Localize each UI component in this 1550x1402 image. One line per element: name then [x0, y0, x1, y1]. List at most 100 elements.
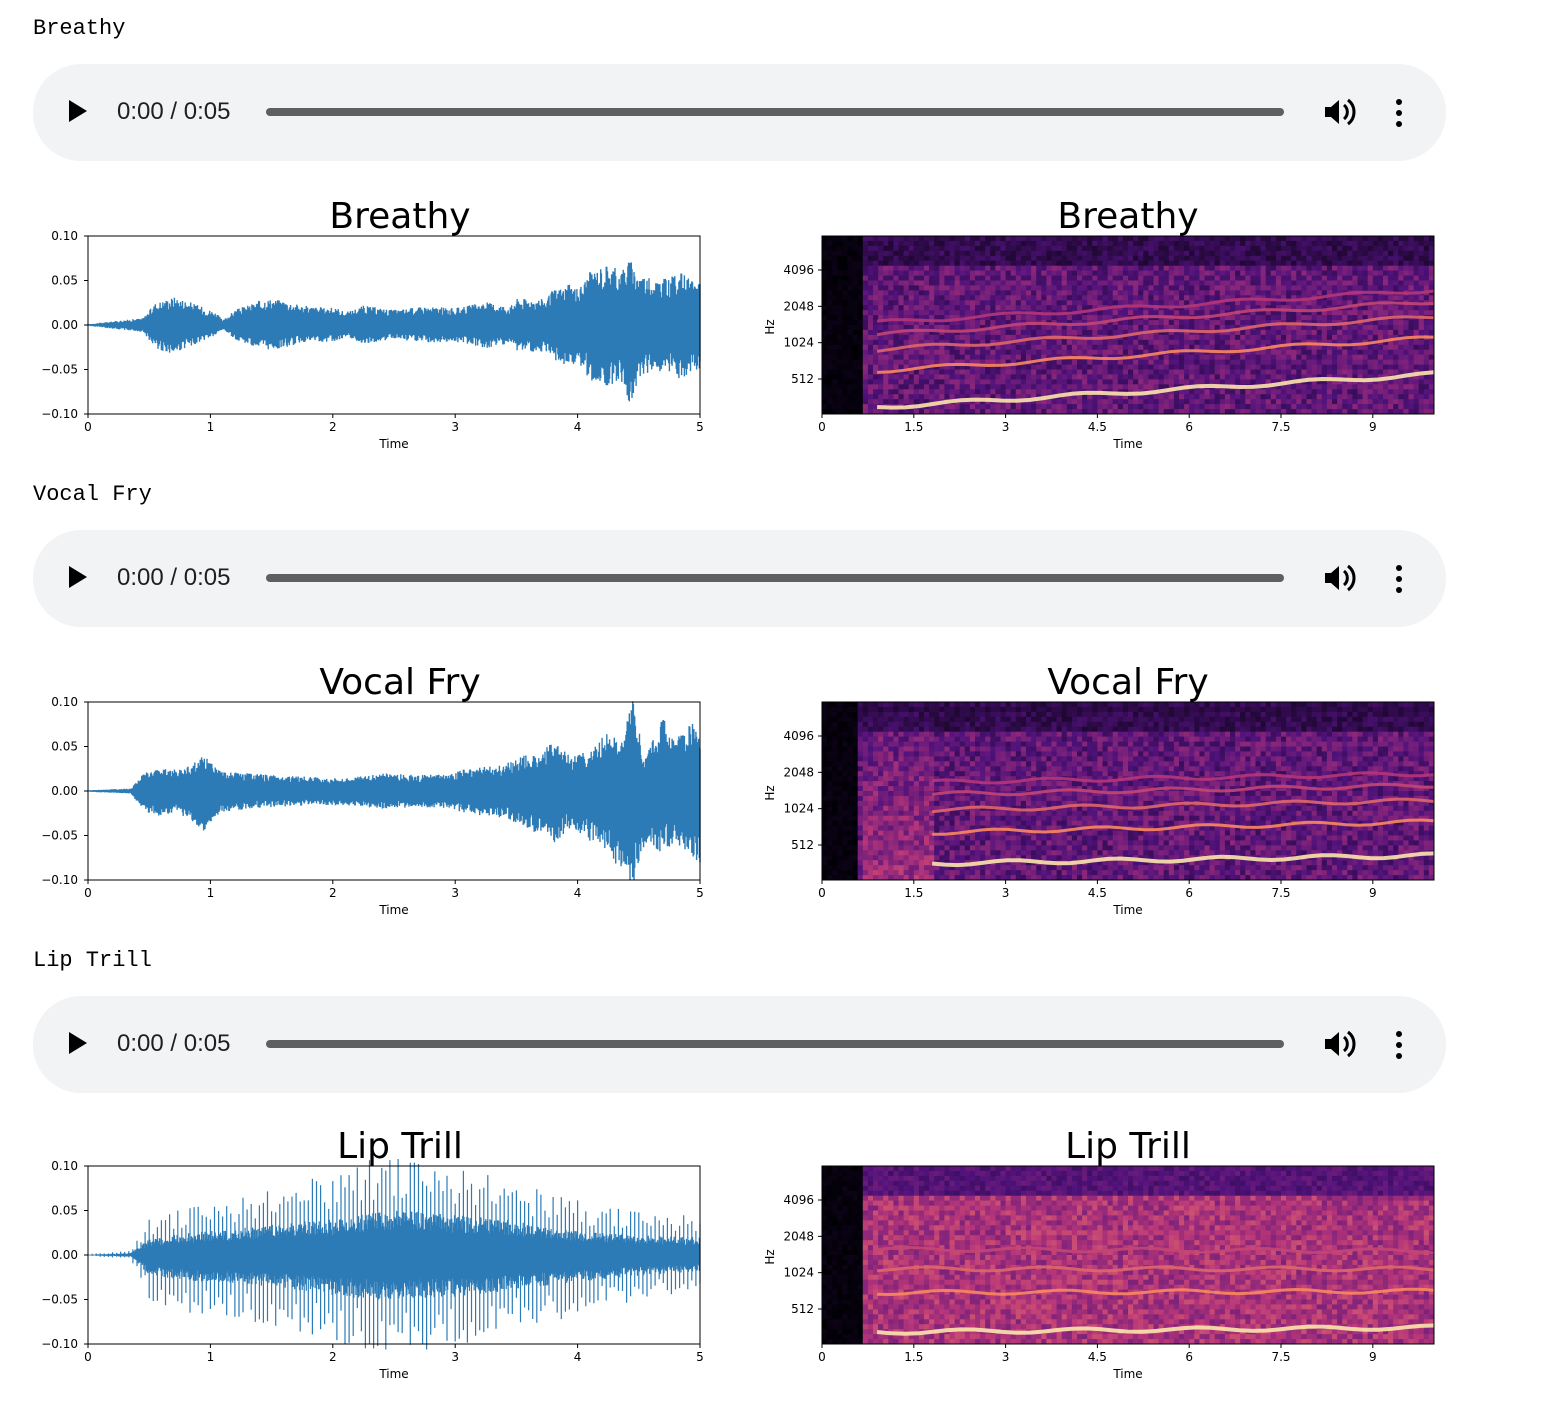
spectrogram-cell [1031, 255, 1037, 262]
spectrogram-cell [1403, 250, 1409, 257]
spectrogram-cell [1332, 334, 1338, 341]
spectrogram-cell [1235, 399, 1241, 405]
spectrogram-cell [1367, 275, 1374, 281]
volume-icon[interactable] [1323, 563, 1357, 593]
spectrogram-cell [1133, 334, 1139, 341]
spectrogram-cell [1398, 394, 1404, 400]
audio-player-breathy[interactable]: 0:00 / 0:05 [33, 64, 1446, 161]
spectrogram-cell [1342, 265, 1348, 272]
spectrogram-cell [883, 305, 889, 311]
spectrogram-cell [837, 776, 843, 782]
spectrogram-cell [1204, 394, 1211, 400]
more-vert-icon[interactable] [1391, 98, 1407, 128]
spectrogram-cell [827, 334, 833, 341]
volume-icon[interactable] [1323, 97, 1357, 127]
spectrogram-cell [832, 781, 838, 787]
spectrogram-cell [878, 781, 884, 787]
spectrogram-cell [1357, 315, 1364, 321]
spectrogram-cell [832, 702, 838, 708]
spectrogram-cell [1051, 325, 1058, 331]
spectrogram-cell [1393, 270, 1399, 276]
spectrogram-cell [883, 741, 889, 747]
spectrogram-cell [1204, 374, 1211, 380]
spectrogram-cell [985, 354, 991, 361]
spectrogram-cell [878, 731, 884, 738]
spectrogram-cell [1342, 359, 1348, 365]
spectrogram-cell [1403, 255, 1409, 262]
spectrogram-cell [1041, 270, 1047, 276]
spectrogram-cell [1020, 285, 1027, 291]
spectrogram-cell [1179, 265, 1185, 272]
spectrogram-cell [924, 389, 930, 395]
spectrogram-cell [883, 771, 889, 777]
spectrogram-cell [1020, 255, 1027, 262]
spectrogram-cell [1158, 275, 1165, 281]
spectrogram-cell [862, 741, 869, 747]
spectrogram-cell [1311, 389, 1318, 395]
spectrogram-cell [883, 245, 889, 252]
spectrogram-cell [1265, 240, 1272, 247]
spectrogram-cell [883, 756, 889, 762]
spectrogram-cell [1061, 255, 1068, 262]
more-vert-icon[interactable] [1391, 564, 1407, 594]
spectrogram-cell [975, 245, 981, 252]
spectrogram-cell [929, 305, 935, 311]
spectrogram-cell [847, 731, 854, 738]
spectrogram-cell [1413, 394, 1420, 400]
spectrogram-cell [1087, 290, 1093, 296]
spectrogram-cell [1031, 300, 1037, 306]
spectrogram-cell [842, 756, 848, 762]
spectrogram-cell [1077, 359, 1083, 365]
spectrogram-cell [1281, 399, 1287, 405]
spectrogram-cell [878, 800, 884, 807]
spectrogram-cell [888, 245, 894, 252]
spectrogram-cell [1347, 265, 1353, 272]
seek-bar[interactable] [266, 108, 1284, 116]
spectrogram-cell [1291, 334, 1297, 341]
spectrogram-cell [1286, 290, 1292, 296]
spectrogram-cell [1413, 255, 1420, 262]
spectrogram-cell [1143, 339, 1149, 346]
spectrogram-cell [822, 860, 828, 866]
spectrogram-cell [1015, 265, 1022, 272]
spectrogram-cell [1265, 275, 1272, 281]
spectrogram-cell [893, 236, 899, 242]
spectrogram-cell [1357, 275, 1364, 281]
spectrogram-cell [1117, 275, 1124, 281]
spectrogram-cell [1393, 379, 1399, 385]
spectrogram-cell [1133, 285, 1139, 291]
spectrogram-cell [852, 359, 859, 365]
spectrogram-cell [1031, 280, 1037, 286]
spectrogram-cell [1347, 280, 1353, 286]
seek-bar[interactable] [266, 574, 1284, 582]
spectrogram-cell [1398, 399, 1404, 405]
play-icon[interactable] [69, 100, 87, 122]
spectrogram-cell [959, 305, 966, 311]
spectrogram-cell [1291, 349, 1297, 356]
spectrogram-cell [878, 751, 884, 757]
spectrogram-cell [1311, 255, 1318, 262]
spectrogram-cell [867, 285, 874, 291]
spectrogram-cell [1005, 265, 1012, 272]
spectrogram-cell [1281, 394, 1287, 400]
spectrogram-cell [1413, 339, 1420, 346]
spectrogram-cell [929, 394, 935, 400]
spectrogram-cell [1173, 344, 1180, 351]
spectrogram-cell [1367, 270, 1374, 276]
spectrogram-cell [842, 404, 848, 410]
spectrogram-cell [852, 300, 859, 306]
play-icon[interactable] [69, 566, 87, 588]
spectrogram-cell [1332, 399, 1338, 405]
spectrogram-cell [1423, 344, 1430, 351]
spectrogram-cell [944, 270, 950, 276]
audio-player-vocal-fry[interactable]: 0:00 / 0:05 [33, 530, 1446, 627]
spectrogram-cell [842, 394, 848, 400]
spectrogram-cell [822, 706, 828, 713]
spectrogram-cell [1367, 334, 1374, 341]
spectrogram-cell [1199, 275, 1205, 281]
spectrogram-cell [1250, 315, 1256, 321]
spectrogram-cell [1291, 280, 1297, 286]
spectrogram-cell [1321, 349, 1328, 356]
spectrogram-cell [1347, 359, 1353, 365]
spectrogram-cell [883, 786, 889, 792]
